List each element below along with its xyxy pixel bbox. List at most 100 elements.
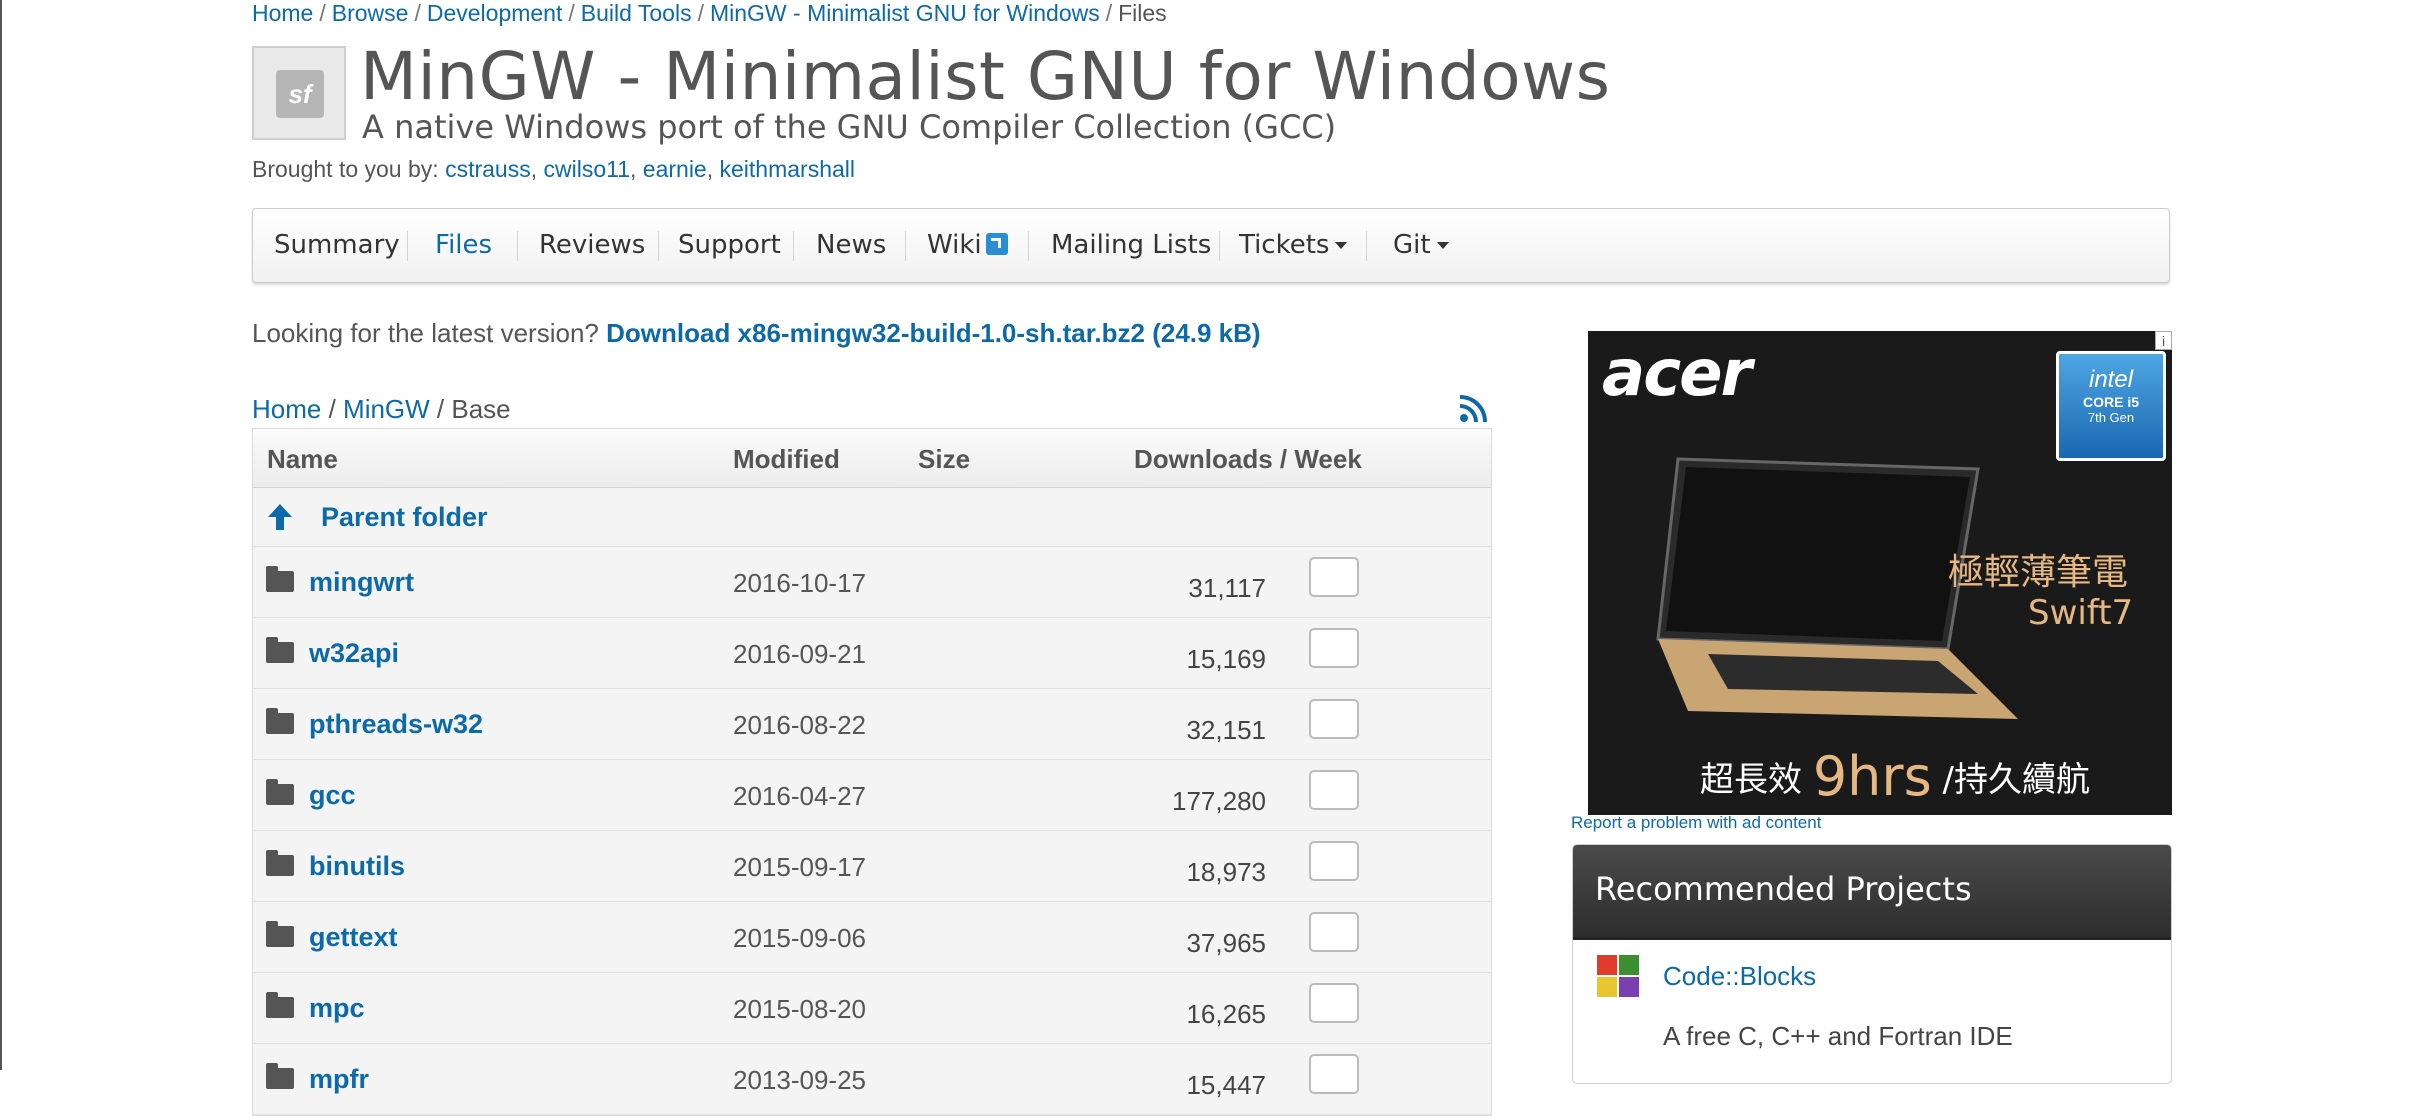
tab-news[interactable]: News	[816, 209, 886, 282]
download-count: 18,973	[1186, 857, 1266, 887]
caret-down-icon	[1335, 242, 1348, 249]
author-link[interactable]: cwilso11	[544, 156, 631, 182]
nav-divider	[658, 231, 659, 261]
codeblocks-icon[interactable]	[1595, 953, 1641, 999]
col-modified[interactable]: Modified	[733, 444, 840, 475]
modified-date: 2016-08-22	[733, 710, 866, 740]
modified-date: 2016-10-17	[733, 568, 866, 598]
col-size[interactable]: Size	[918, 444, 970, 475]
col-name[interactable]: Name	[267, 444, 338, 475]
downloads-sparkline[interactable]	[1309, 770, 1359, 810]
rss-icon[interactable]	[1458, 394, 1488, 424]
intel-badge: intel CORE i5 7th Gen	[2056, 351, 2166, 461]
breadcrumb-browse[interactable]: Browse	[332, 0, 409, 26]
folder-icon	[266, 921, 294, 947]
folder-link[interactable]: mpfr	[309, 1064, 369, 1095]
ad-choices-icon[interactable]: i	[2155, 331, 2172, 350]
downloads-sparkline[interactable]	[1309, 841, 1359, 881]
folder-link[interactable]: binutils	[309, 851, 405, 882]
nav-divider	[1366, 231, 1367, 261]
table-row[interactable]: mingwrt 2016-10-17 31,117	[253, 547, 1491, 618]
download-count: 31,117	[1188, 573, 1266, 603]
downloads-sparkline[interactable]	[1309, 912, 1359, 952]
author-link[interactable]: cstrauss	[445, 156, 531, 182]
folder-icon	[266, 708, 294, 734]
parent-folder-link[interactable]: Parent folder	[321, 502, 488, 533]
author-link[interactable]: earnie	[643, 156, 707, 182]
table-header: Name Modified Size Downloads / Week	[253, 429, 1491, 488]
breadcrumb-build-tools[interactable]: Build Tools	[581, 0, 692, 26]
breadcrumb-project[interactable]: MinGW - Minimalist GNU for Windows	[710, 0, 1100, 26]
breadcrumb-development[interactable]: Development	[427, 0, 563, 26]
breadcrumb-home[interactable]: Home	[252, 0, 313, 26]
report-ad-link[interactable]: Report a problem with ad content	[1571, 813, 1821, 833]
project-nav: Summary Files Reviews Support News Wiki …	[252, 208, 2170, 283]
breadcrumb-current: Files	[1118, 0, 1167, 26]
advertisement[interactable]: acer intel CORE i5 7th Gen 極輕薄筆電 Swift7 …	[1588, 331, 2172, 815]
tab-files[interactable]: Files	[435, 209, 492, 282]
path-current: Base	[451, 394, 511, 424]
table-row[interactable]: gettext 2015-09-06 37,965	[253, 902, 1491, 973]
folder-link[interactable]: mpc	[309, 993, 365, 1024]
modified-date: 2015-09-17	[733, 852, 866, 882]
laptop-image	[1656, 457, 2018, 719]
latest-version: Looking for the latest version? Download…	[252, 318, 1261, 349]
download-count: 15,169	[1186, 644, 1266, 674]
external-link-icon	[985, 233, 1008, 255]
folder-icon	[266, 637, 294, 663]
downloads-sparkline[interactable]	[1309, 1054, 1359, 1094]
tab-reviews[interactable]: Reviews	[539, 209, 645, 282]
download-latest-link[interactable]: Download x86-mingw32-build-1.0-sh.tar.bz…	[606, 318, 1260, 348]
intel-badge-brand: intel	[2088, 366, 2134, 393]
latest-label: Looking for the latest version?	[252, 318, 599, 348]
col-downloads[interactable]: Downloads / Week	[1134, 444, 1362, 475]
ad-battery-a: 超長效	[1700, 760, 1802, 800]
download-count: 15,447	[1186, 1070, 1266, 1100]
folder-icon	[266, 1063, 294, 1089]
path-home-link[interactable]: Home	[252, 394, 321, 424]
intel-badge-gen: 7th Gen	[2087, 410, 2135, 425]
table-row[interactable]: mpc 2015-08-20 16,265	[253, 973, 1491, 1044]
tab-wiki-label: Wiki	[927, 230, 982, 260]
folder-link[interactable]: gcc	[309, 780, 356, 811]
tab-summary[interactable]: Summary	[274, 209, 400, 282]
folder-icon	[266, 566, 294, 592]
brought-label: Brought to you by:	[252, 156, 439, 182]
path-mingw-link[interactable]: MinGW	[343, 394, 430, 424]
folder-link[interactable]: w32api	[309, 638, 399, 669]
table-row[interactable]: pthreads-w32 2016-08-22 32,151	[253, 689, 1491, 760]
tab-mailing-lists[interactable]: Mailing Lists	[1051, 209, 1211, 282]
maintainers: Brought to you by: cstrauss, cwilso11, e…	[252, 156, 856, 182]
tab-tickets[interactable]: Tickets	[1239, 209, 1348, 282]
downloads-sparkline[interactable]	[1309, 557, 1359, 597]
folder-link[interactable]: gettext	[309, 922, 398, 953]
table-row[interactable]: mpfr 2013-09-25 15,447	[253, 1044, 1491, 1115]
recommended-heading: Recommended Projects	[1573, 845, 2171, 940]
recommended-project-link[interactable]: Code::Blocks	[1663, 961, 1816, 992]
tab-wiki[interactable]: Wiki	[927, 209, 1008, 282]
recommended-project-desc: A free C, C++ and Fortran IDE	[1663, 1021, 2013, 1051]
folder-link[interactable]: mingwrt	[309, 567, 414, 598]
downloads-sparkline[interactable]	[1309, 628, 1359, 668]
table-row[interactable]: w32api 2016-09-21 15,169	[253, 618, 1491, 689]
downloads-sparkline[interactable]	[1309, 983, 1359, 1023]
tab-support[interactable]: Support	[678, 209, 781, 282]
table-row[interactable]: gcc 2016-04-27 177,280	[253, 760, 1491, 831]
download-count: 16,265	[1186, 999, 1266, 1029]
project-logo[interactable]: sf	[252, 46, 346, 140]
modified-date: 2015-09-06	[733, 923, 866, 953]
table-row[interactable]: binutils 2015-09-17 18,973	[253, 831, 1491, 902]
tab-tickets-label: Tickets	[1239, 230, 1330, 260]
nav-divider	[793, 231, 794, 261]
download-count: 177,280	[1172, 786, 1266, 816]
folder-link[interactable]: pthreads-w32	[309, 709, 483, 740]
files-table: Name Modified Size Downloads / Week Pare…	[252, 428, 1492, 1116]
download-count: 37,965	[1186, 928, 1266, 958]
nav-divider	[1028, 231, 1029, 261]
ad-battery-b: /持久續航	[1942, 760, 2091, 800]
tab-git[interactable]: Git	[1393, 209, 1449, 282]
downloads-sparkline[interactable]	[1309, 699, 1359, 739]
parent-folder-row[interactable]: Parent folder	[253, 488, 1491, 547]
author-link[interactable]: keithmarshall	[720, 156, 856, 182]
project-subtitle: A native Windows port of the GNU Compile…	[362, 108, 1337, 146]
